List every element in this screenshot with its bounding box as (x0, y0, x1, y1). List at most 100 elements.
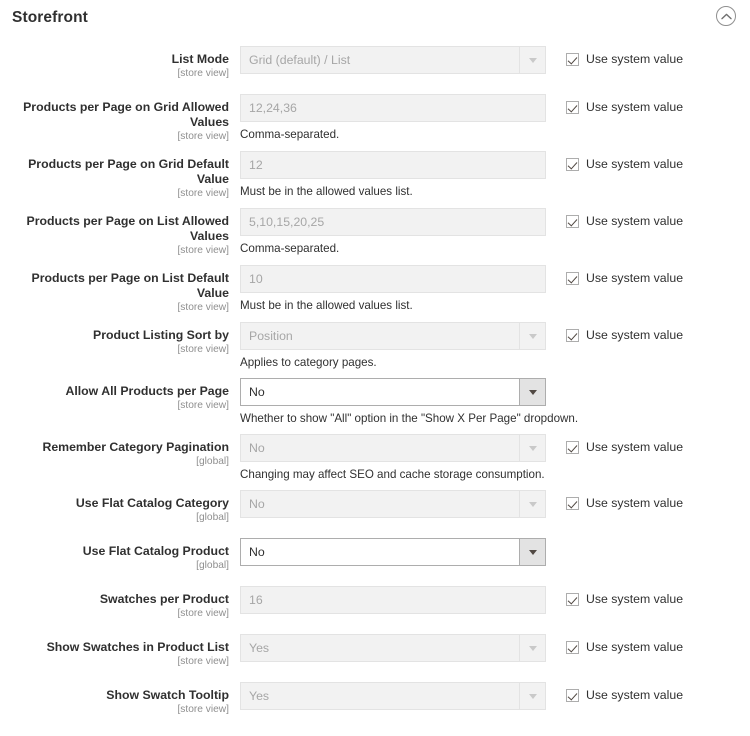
use-system-value-products-per-page-on-list-allowed-values[interactable]: Use system value (546, 208, 683, 228)
field-label-show-swatch-tooltip: Show Swatch Tooltip [store view] (0, 682, 240, 716)
field-control-products-per-page-on-grid-default-value: Must be in the allowed values list. (240, 151, 546, 199)
control-shell: Grid (default) / List (240, 46, 546, 74)
use-system-value-checkbox[interactable] (566, 592, 579, 606)
field-label-products-per-page-on-list-allowed-values: Products per Page on List Allowed Values… (0, 208, 240, 257)
select-value: No (249, 545, 265, 559)
field-label-text: Show Swatch Tooltip (106, 688, 229, 702)
control-shell: No (240, 434, 546, 462)
field-control-product-listing-sort-by: Position Applies to category pages. (240, 322, 546, 370)
use-system-value-list-mode[interactable]: Use system value (546, 46, 683, 66)
field-control-swatches-per-product (240, 586, 546, 614)
field-control-products-per-page-on-list-default-value: Must be in the allowed values list. (240, 265, 546, 313)
input-products-per-page-on-grid-allowed-values (240, 94, 546, 122)
use-system-value-swatches-per-product[interactable]: Use system value (546, 586, 683, 606)
field-label-text: Use Flat Catalog Product (82, 544, 229, 558)
field-note-remember-category-pagination: Changing may affect SEO and cache storag… (240, 468, 545, 481)
field-control-remember-category-pagination: No Changing may affect SEO and cache stor… (240, 434, 546, 482)
chevron-up-circle-icon[interactable] (716, 6, 736, 26)
use-system-value-label[interactable]: Use system value (586, 440, 683, 454)
select-value: Yes (249, 641, 270, 655)
storefront-config-section: Storefront List Mode [store view] Grid (de… (0, 0, 750, 736)
field-scope-label: [global] (196, 512, 229, 523)
chevron-down-icon (519, 491, 545, 517)
use-system-value-remember-category-pagination[interactable]: Use system value (546, 434, 683, 454)
use-system-value-products-per-page-on-list-default-value[interactable]: Use system value (546, 265, 683, 285)
field-scope-label: [store view] (177, 245, 229, 256)
use-system-value-products-per-page-on-grid-default-value[interactable]: Use system value (546, 151, 683, 171)
use-system-value-checkbox[interactable] (566, 640, 579, 654)
use-system-value-checkbox[interactable] (566, 496, 579, 510)
field-note-product-listing-sort-by: Applies to category pages. (240, 356, 377, 369)
use-system-value-checkbox[interactable] (566, 271, 579, 285)
use-system-value-checkbox[interactable] (566, 214, 579, 228)
field-note-products-per-page-on-grid-allowed-values: Comma-separated. (240, 128, 340, 141)
select-list-mode: Grid (default) / List (240, 46, 546, 74)
chevron-down-glyph (528, 645, 537, 651)
control-shell: Yes (240, 634, 546, 662)
use-system-value-checkbox[interactable] (566, 100, 579, 114)
chevron-down-icon (519, 683, 545, 709)
chevron-down-icon (519, 635, 545, 661)
select-value: No (249, 441, 265, 455)
chevron-down-glyph (528, 389, 537, 395)
field-label-text: Use Flat Catalog Category (75, 496, 229, 510)
use-system-value-show-swatch-tooltip[interactable]: Use system value (546, 682, 683, 702)
use-system-value-label[interactable]: Use system value (586, 640, 683, 654)
select-use-flat-catalog-product[interactable]: No (240, 538, 546, 566)
chevron-down-glyph (528, 549, 537, 555)
field-control-use-flat-catalog-category: No (240, 490, 546, 518)
chevron-down-icon[interactable] (519, 539, 545, 565)
select-show-swatches-in-product-list: Yes (240, 634, 546, 662)
input-products-per-page-on-grid-default-value (240, 151, 546, 179)
use-system-value-checkbox[interactable] (566, 328, 579, 342)
field-label-swatches-per-product: Swatches per Product [store view] (0, 586, 240, 620)
field-label-use-flat-catalog-category: Use Flat Catalog Category [global] (0, 490, 240, 524)
field-row-products-per-page-on-grid-default-value: Products per Page on Grid Default Value [… (0, 151, 750, 200)
chevron-down-glyph (528, 693, 537, 699)
input-products-per-page-on-list-allowed-values (240, 208, 546, 236)
field-scope-label: [store view] (177, 302, 229, 313)
use-system-value-label[interactable]: Use system value (586, 592, 683, 606)
field-label-text: List Mode (171, 52, 229, 66)
select-show-swatch-tooltip: Yes (240, 682, 546, 710)
use-system-value-product-listing-sort-by[interactable]: Use system value (546, 322, 683, 342)
use-system-value-checkbox[interactable] (566, 440, 579, 454)
field-scope-label: [store view] (177, 188, 229, 199)
use-system-value-use-flat-catalog-category[interactable]: Use system value (546, 490, 683, 510)
chevron-down-icon[interactable] (519, 379, 545, 405)
use-system-value-show-swatches-in-product-list[interactable]: Use system value (546, 634, 683, 654)
field-scope-label: [store view] (177, 608, 229, 619)
use-system-value-label[interactable]: Use system value (586, 496, 683, 510)
field-row-product-listing-sort-by: Product Listing Sort by [store view] Posit… (0, 322, 750, 370)
field-label-text: Product Listing Sort by (93, 328, 229, 342)
select-allow-all-products-per-page[interactable]: No (240, 378, 546, 406)
control-shell (240, 151, 546, 179)
use-system-value-label[interactable]: Use system value (586, 52, 683, 66)
field-label-text: Products per Page on List Allowed Values (26, 214, 229, 243)
field-note-allow-all-products-per-page: Whether to show "All" option in the "Sho… (240, 412, 579, 425)
field-row-remember-category-pagination: Remember Category Pagination [global] No Ch… (0, 434, 750, 482)
use-system-value-checkbox[interactable] (566, 52, 579, 66)
use-system-value-label[interactable]: Use system value (586, 328, 683, 342)
use-system-value-label[interactable]: Use system value (586, 271, 683, 285)
use-system-value-label[interactable]: Use system value (586, 214, 683, 228)
chevron-down-icon (519, 47, 545, 73)
field-control-use-flat-catalog-product: No (240, 538, 546, 566)
field-scope-label: [store view] (177, 131, 229, 142)
field-label-list-mode: List Mode [store view] (0, 46, 240, 80)
field-label-text: Products per Page on Grid Default Value (28, 157, 229, 186)
field-row-list-mode: List Mode [store view] Grid (default) / Li… (0, 46, 750, 80)
use-system-value-label[interactable]: Use system value (586, 688, 683, 702)
control-shell: No (240, 490, 546, 518)
use-system-value-label[interactable]: Use system value (586, 157, 683, 171)
use-system-value-products-per-page-on-grid-allowed-values[interactable]: Use system value (546, 94, 683, 114)
use-system-value-checkbox[interactable] (566, 157, 579, 171)
field-row-allow-all-products-per-page: Allow All Products per Page [store view] N… (0, 378, 750, 426)
use-system-value-label[interactable]: Use system value (586, 100, 683, 114)
chevron-down-glyph (528, 333, 537, 339)
control-shell: Yes (240, 682, 546, 710)
use-system-value-checkbox[interactable] (566, 688, 579, 702)
select-value: No (249, 385, 265, 399)
field-row-use-flat-catalog-category: Use Flat Catalog Category [global] No Use s… (0, 490, 750, 524)
field-scope-label: [store view] (177, 400, 229, 411)
